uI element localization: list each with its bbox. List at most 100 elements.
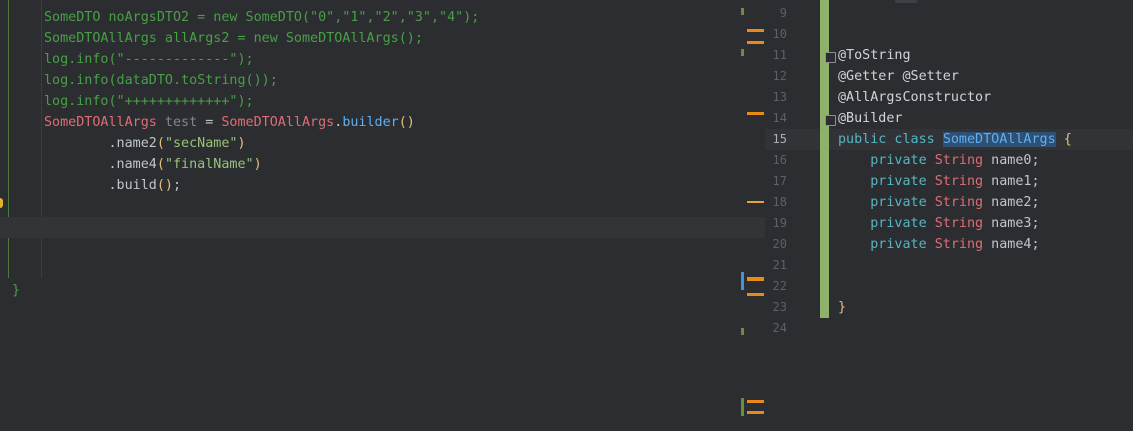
code-line[interactable]: log.info("-------------"); [44,49,254,70]
code-line[interactable]: .name2("secName") [44,133,246,154]
line-number[interactable]: 20 [765,234,787,255]
marker-orange-light[interactable] [747,201,764,203]
lightbulb-icon[interactable] [0,198,3,208]
code-token: private [838,174,935,189]
closing-brace: } [12,283,21,298]
code-token: { [1055,132,1072,147]
code-line[interactable]: private String name2; [838,192,1040,213]
code-token: .name2 [44,136,157,151]
code-token: private [838,195,935,210]
line-number[interactable]: 22 [765,276,787,297]
code-line[interactable]: private String name3; [838,213,1040,234]
code-token: String [934,237,984,252]
marker-orange[interactable] [747,277,764,281]
line-number[interactable]: 18 [765,192,787,213]
marker-orange[interactable] [747,411,764,414]
code-line[interactable]: public class SomeDTOAllArgs { [838,129,1072,150]
left-editor-pane[interactable]: SomeDTO noArgsDTO2 = new SomeDTO("0","1"… [0,0,765,431]
code-line[interactable]: log.info(dataDTO.toString()); [44,70,278,91]
code-token: log.info(dataDTO.toString()); [44,73,278,88]
right-editor-pane[interactable]: 9 10 11 12 13 14 15 16 17 18 19 20 21 22 23 24 @ToStrin… [765,0,1133,431]
code-line[interactable]: .name4("finalName") [44,154,262,175]
code-token: ) [253,157,262,172]
code-token: SomeDTO noArgsDTO2 = new SomeDTO("0","1"… [44,10,480,25]
code-token: @AllArgsConstructor [838,90,992,105]
code-token: "secName" [164,136,238,151]
marker-orange[interactable] [747,400,764,403]
code-token: ( [156,136,165,151]
code-token: name1; [983,174,1040,189]
code-token: String [934,195,984,210]
code-token: name2; [983,195,1040,210]
code-token: String [934,174,984,189]
code-token: name4; [983,237,1040,252]
code-line[interactable]: private String name1; [838,171,1040,192]
line-number[interactable]: 12 [765,66,787,87]
code-line[interactable]: SomeDTOAllArgs allArgs2 = new SomeDTOAll… [44,28,423,49]
code-line[interactable]: private String name0; [838,150,1040,171]
code-line[interactable]: log.info("+++++++++++++"); [44,91,254,112]
code-token: @Getter @Setter [838,69,959,84]
code-token: log.info("-------------"); [44,52,254,67]
code-line[interactable]: @Getter @Setter [838,66,959,87]
code-line[interactable]: } [838,297,846,318]
line-number[interactable]: 19 [765,213,787,234]
code-token: = [205,115,222,130]
code-token: private [838,237,935,252]
code-token: SomeDTOAllArgs allArgs2 = new SomeDTOAll… [44,31,423,46]
line-number[interactable]: 17 [765,171,787,192]
line-number[interactable]: 21 [765,255,787,276]
code-token: } [838,300,847,315]
code-token: @ToString [838,48,911,63]
code-token: builder [342,115,399,130]
marker-green[interactable] [741,398,744,416]
fold-icon[interactable] [825,52,836,63]
code-line[interactable]: @AllArgsConstructor [838,87,991,108]
code-token: ) [237,136,246,151]
line-number[interactable]: 10 [765,24,787,45]
code-token: () [398,115,415,130]
line-number[interactable]: 14 [765,108,787,129]
code-token: @Builder [838,111,903,126]
code-line[interactable]: SomeDTO noArgsDTO2 = new SomeDTO("0","1"… [44,7,479,28]
code-token: SomeDTOAllArgs [44,115,157,130]
line-number[interactable]: 13 [765,87,787,108]
code-token: name0; [983,153,1040,168]
marker-green[interactable] [741,49,744,56]
marker-orange[interactable] [747,293,764,296]
code-token: String [934,216,984,231]
code-token: .build [44,178,157,193]
marker-blue[interactable] [741,272,744,290]
marker-orange[interactable] [747,29,764,32]
code-line[interactable]: SomeDTOAllArgs test = SomeDTOAllArgs.bui… [44,112,415,133]
code-line[interactable]: private String name4; [838,234,1040,255]
code-token: private [838,216,935,231]
marker-orange[interactable] [747,41,764,44]
code-line[interactable]: @Builder [838,108,903,129]
selected-identifier: SomeDTOAllArgs [942,132,1056,147]
code-token: log.info("+++++++++++++"); [44,94,254,109]
line-number[interactable]: 11 [765,45,787,66]
tab-indicator [895,0,917,3]
code-token: "finalName" [164,157,254,172]
code-token: .name4 [44,157,157,172]
code-token: ( [156,157,165,172]
vcs-change-bar [820,0,829,318]
code-token: name3; [983,216,1040,231]
line-number[interactable]: 23 [765,297,787,318]
code-line[interactable]: .build(); [44,175,181,196]
current-line-highlight [0,217,765,238]
line-number[interactable]: 16 [765,150,787,171]
code-token: String [934,153,984,168]
line-number[interactable]: 24 [765,318,787,339]
line-number[interactable]: 9 [765,3,787,24]
fold-icon[interactable] [825,115,836,126]
marker-orange[interactable] [747,112,764,115]
code-token: () [156,178,173,193]
line-number[interactable]: 15 [765,129,787,150]
marker-green[interactable] [741,8,744,15]
marker-green[interactable] [741,328,744,335]
code-line[interactable]: @ToString [838,45,911,66]
code-token: public class [838,132,943,147]
code-token: SomeDTOAllArgs [221,115,335,130]
